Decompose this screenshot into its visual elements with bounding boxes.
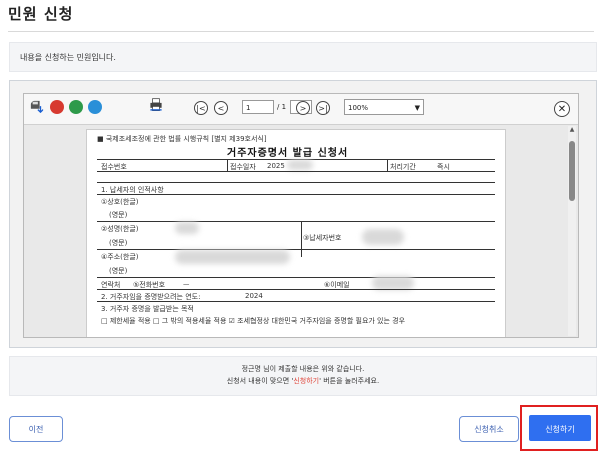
form-title: 거주자증명서 발급 신청서	[227, 148, 349, 159]
print-icon[interactable]	[149, 98, 163, 112]
page-number-input[interactable]: 1	[242, 100, 274, 114]
zoom-select[interactable]: 100% ▼	[344, 99, 424, 115]
scroll-up-icon[interactable]: ▲	[568, 126, 576, 134]
trade-name-label: ①상호(한글)	[101, 198, 139, 206]
close-viewer-button[interactable]: ✕	[554, 101, 570, 117]
scroll-thumb[interactable]	[569, 141, 575, 201]
address-label: ④주소(한글)	[101, 253, 139, 261]
prev-button[interactable]: 이전	[9, 416, 63, 442]
notice-line2-suffix: ' 버튼을 눌러주세요.	[319, 377, 380, 385]
redacted	[287, 160, 313, 170]
page-title: 민원 신청	[8, 5, 74, 23]
zoom-value: 100%	[348, 104, 369, 112]
notice-box: 정근명 님이 제출할 내용은 위와 같습니다. 신청서 내용이 맞으면 '신청하…	[9, 356, 597, 396]
trade-name-english-label: (영문)	[109, 211, 128, 219]
redacted	[175, 222, 199, 234]
next-page-button[interactable]: >	[296, 101, 310, 115]
section3-label: 3. 거주자 증명을 발급받는 목적	[101, 305, 194, 313]
redacted	[175, 250, 290, 264]
title-divider	[8, 31, 594, 32]
info-box: 내용을 신청하는 민원입니다.	[9, 42, 597, 72]
last-page-button[interactable]: >|	[316, 101, 330, 115]
address-english-label: (영문)	[109, 267, 128, 275]
submit-application-button[interactable]: 신청하기	[527, 413, 593, 443]
hwp-icon[interactable]	[88, 100, 102, 114]
notice-line2: 신청서 내용이 맞으면 '신청하기' 버튼을 눌러주세요.	[10, 375, 596, 387]
section2-year: 2024	[245, 292, 263, 300]
name-english-label: (영문)	[109, 239, 128, 247]
form-header-note: ■ 국제조세조정에 관한 법률 시행규칙 [별지 제39호서식]	[97, 135, 267, 143]
redacted	[362, 229, 404, 245]
viewer-scrollbar[interactable]: ▲	[568, 126, 576, 336]
document-page: ■ 국제조세조정에 관한 법률 시행규칙 [별지 제39호서식] 거주자증명서 …	[86, 129, 506, 337]
info-text: 내용을 신청하는 민원입니다.	[20, 53, 116, 62]
viewer-toolbar: |< < 1 / 1 > >| 100% ▼ ✕	[24, 94, 578, 125]
chevron-down-icon: ▼	[414, 104, 420, 112]
document-viewer: |< < 1 / 1 > >| 100% ▼ ✕ ■ 국제조세조정에 관한 법률…	[23, 93, 579, 338]
name-label: ②성명(한글)	[101, 225, 139, 233]
page-total: / 1	[277, 103, 287, 111]
excel-icon[interactable]	[69, 100, 83, 114]
notice-line1: 정근명 님이 제출할 내용은 위와 같습니다.	[241, 365, 365, 373]
pdf-icon[interactable]	[50, 100, 64, 114]
taxpayer-no-label: ③납세자번호	[303, 234, 342, 242]
prev-page-button[interactable]: <	[214, 101, 228, 115]
purpose-options: □ 제한세율 적용 □ 그 밖의 적용세율 적용 ☑ 조세협정상 대한민국 거주…	[101, 317, 406, 325]
cancel-application-button[interactable]: 신청취소	[459, 416, 519, 442]
receipt-date-value: 2025	[267, 162, 285, 170]
notice-line2-highlight: 신청하기	[293, 377, 320, 385]
notice-line2-prefix: 신청서 내용이 맞으면 '	[226, 377, 294, 385]
save-icon[interactable]	[30, 100, 44, 114]
first-page-button[interactable]: |<	[194, 101, 208, 115]
redacted	[372, 276, 414, 290]
